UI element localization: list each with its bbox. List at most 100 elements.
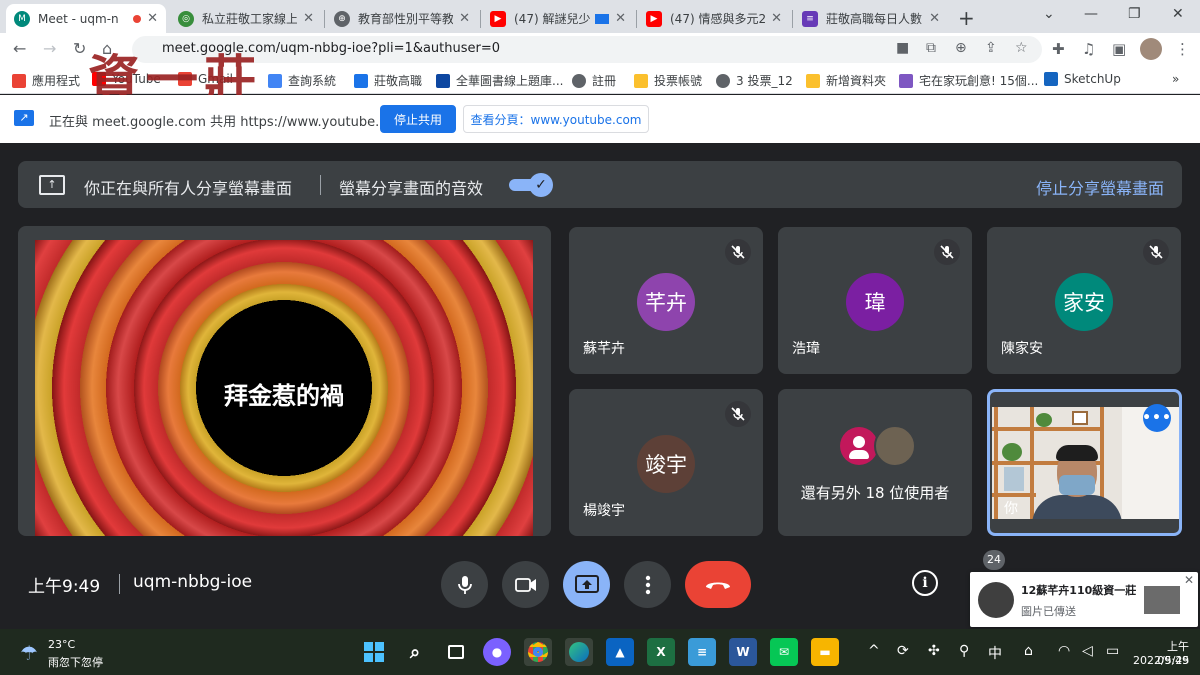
participant-tile[interactable]: 瑋 浩瑋 [778, 227, 972, 374]
reload-icon[interactable]: ↻ [73, 39, 86, 58]
microphone-tray-icon[interactable]: ⚲ [959, 643, 969, 659]
tab-education[interactable]: ⊕ 教育部性別平等教 ✕ [326, 4, 478, 33]
zoom-icon[interactable]: ⊕ [955, 40, 967, 56]
share-audio-toggle[interactable]: ✓ [509, 173, 553, 197]
microphone-button[interactable] [441, 561, 488, 608]
bookmark-creative[interactable]: 宅在家玩創意! 15個... [899, 72, 1038, 89]
minimize-icon[interactable]: — [1084, 6, 1098, 22]
bookmark-label: 3 投票_12 [736, 74, 793, 88]
recording-dot-icon [133, 14, 142, 23]
more-options-button[interactable] [624, 561, 671, 608]
menu-kebab-icon[interactable]: ⋮ [1175, 40, 1190, 58]
globe-icon [572, 73, 586, 88]
media-control-icon[interactable]: ♫ [1082, 40, 1095, 58]
tab-title: Meet - uqm-n [38, 11, 119, 26]
tab-youtube-1[interactable]: ▶ (47) 解謎兒少 ✕ [482, 4, 634, 33]
people-count-badge[interactable]: 24 [983, 550, 1005, 570]
more-options-icon[interactable]: ••• [1142, 404, 1171, 432]
bookmark-query[interactable]: 查詢系統 [268, 72, 336, 89]
close-tab-icon[interactable]: ✕ [771, 11, 782, 26]
globe-icon [716, 73, 730, 88]
bookmark-chwa[interactable]: 全華圖書線上題庫... [436, 72, 563, 89]
bookmark-sketchup[interactable]: SketchUp [1044, 72, 1121, 86]
bookmark-apps[interactable]: 應用程式 [12, 72, 80, 89]
back-icon[interactable]: ← [13, 39, 26, 58]
photos-icon[interactable]: ▲ [606, 638, 634, 666]
new-tab-button[interactable]: + [958, 6, 975, 30]
bookmark-vote-account[interactable]: 投票帳號 [634, 72, 702, 89]
file-explorer-icon[interactable]: ▬ [811, 638, 839, 666]
participant-tile[interactable]: 竣宇 楊竣宇 [569, 389, 763, 536]
present-now-button[interactable] [563, 561, 610, 608]
open-external-icon[interactable]: ⧉ [926, 40, 936, 56]
notepad-icon[interactable]: ≡ [688, 638, 716, 666]
weather-description[interactable]: 雨忽下忽停 [48, 654, 103, 670]
extensions-icon[interactable]: ✚ [1052, 40, 1065, 58]
dropbox-icon[interactable]: ✣ [928, 643, 940, 659]
bookmark-label: SketchUp [1064, 72, 1121, 86]
mic-off-icon [725, 239, 751, 265]
kebab-icon [645, 575, 650, 594]
share-page-icon[interactable]: ⇪ [985, 40, 997, 56]
task-view-icon[interactable] [442, 638, 470, 666]
volume-icon[interactable]: ◁ [1082, 643, 1093, 659]
camera-button[interactable] [502, 561, 549, 608]
ime-mode[interactable]: 中 [988, 643, 1002, 663]
close-tab-icon[interactable]: ✕ [459, 11, 470, 26]
tab-attendance[interactable]: ≡ 莊敬高職每日人數 ✕ [794, 4, 948, 33]
browser-tab-strip: M Meet - uqm-n ✕ ◎ 私立莊敬工家線上 ✕ ⊕ 教育部性別平等教… [0, 0, 1200, 33]
close-icon[interactable]: ✕ [1184, 573, 1194, 587]
umbrella-icon[interactable]: ☂ [20, 641, 38, 665]
tab-search-icon[interactable]: ⌄ [1043, 6, 1055, 22]
excel-icon[interactable]: X [647, 638, 675, 666]
tab-title: (47) 解謎兒少 [514, 12, 591, 26]
profile-avatar[interactable] [1140, 38, 1162, 60]
tab-meet[interactable]: M Meet - uqm-n ✕ [6, 4, 166, 33]
participant-tile[interactable]: 家安 陳家安 [987, 227, 1181, 374]
wifi-icon[interactable]: ◠ [1058, 643, 1070, 659]
bookmarks-overflow-icon[interactable]: » [1172, 72, 1179, 86]
close-tab-icon[interactable]: ✕ [303, 11, 314, 26]
camera-icon[interactable]: ■ [896, 40, 909, 56]
close-tab-icon[interactable]: ✕ [615, 11, 626, 26]
face-mask [1059, 475, 1095, 495]
tab-school[interactable]: ◎ 私立莊敬工家線上 ✕ [170, 4, 322, 33]
bookmark-school[interactable]: 莊敬高職 [354, 72, 422, 89]
stop-presenting-button[interactable]: 停止分享螢幕畫面 [1036, 175, 1164, 199]
restore-icon[interactable]: ❐ [1128, 6, 1141, 22]
line-app-icon[interactable]: ✉ [770, 638, 798, 666]
presentation-tile[interactable]: 拜金惹的禍 [18, 226, 551, 536]
meeting-details-icon[interactable]: i [912, 570, 938, 596]
notification-toast[interactable]: 12蘇芊卉110級資一莊 圖片已傳送 ✕ [970, 572, 1198, 627]
weather-temperature[interactable]: 23°C [48, 638, 75, 651]
tab-youtube-2[interactable]: ▶ (47) 情感與多元202 ✕ [638, 4, 790, 33]
battery-icon[interactable]: ▭ [1106, 643, 1119, 659]
bookmark-star-icon[interactable]: ☆ [1015, 40, 1028, 56]
chat-icon[interactable]: ● [483, 638, 511, 666]
search-icon[interactable]: ⌕ [401, 638, 429, 666]
bookmark-new-folder[interactable]: 新增資料夾 [806, 72, 886, 89]
ime-input-icon[interactable]: ⌂ [1024, 643, 1033, 659]
stop-sharing-button[interactable]: 停止共用 [380, 105, 456, 133]
chrome-icon[interactable] [524, 638, 552, 666]
sync-icon[interactable]: ⟳ [897, 643, 909, 659]
others-tile[interactable]: 還有另外 18 位使用者 [778, 389, 972, 536]
bookmark-register[interactable]: 註冊 [572, 72, 616, 89]
view-tab-button[interactable]: 查看分頁：www.youtube.com [463, 105, 649, 133]
show-hidden-icons-icon[interactable]: ^ [868, 643, 880, 659]
start-icon[interactable] [360, 638, 388, 666]
self-view-tile[interactable]: ••• 你 [987, 389, 1182, 536]
word-icon[interactable]: W [729, 638, 757, 666]
close-tab-icon[interactable]: ✕ [147, 11, 158, 26]
close-tab-icon[interactable]: ✕ [929, 11, 940, 26]
forward-icon[interactable]: → [43, 39, 56, 58]
participant-tile[interactable]: 芊卉 蘇芊卉 [569, 227, 763, 374]
edge-icon[interactable] [565, 638, 593, 666]
forms-icon: ≡ [802, 10, 818, 27]
bookmark-label: 莊敬高職 [374, 74, 423, 88]
side-panel-icon[interactable]: ▣ [1112, 40, 1126, 58]
close-window-icon[interactable]: ✕ [1172, 6, 1184, 22]
bookmark-vote-12[interactable]: 3 投票_12 [716, 72, 793, 89]
leave-call-button[interactable] [685, 561, 751, 608]
clock-date[interactable]: 2022/5/25 [1133, 654, 1189, 667]
